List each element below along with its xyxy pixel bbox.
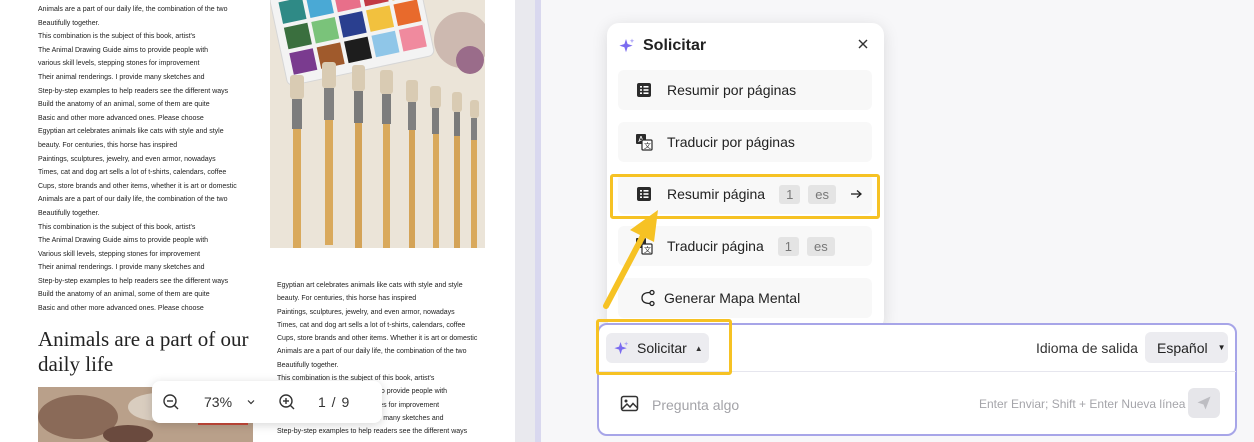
text-line: Paintings, sculptures, jewelry, and even… (277, 308, 455, 316)
text-line: Times, cat and dog art sells a lot of t-… (277, 321, 466, 329)
text-line: beauty. For centuries, this horse has in… (277, 295, 417, 303)
send-icon (1197, 396, 1211, 410)
translate-icon: A文 (636, 134, 653, 151)
solicitar-button[interactable]: Solicitar ▲ (606, 333, 709, 363)
text-line: Animals are a part of our daily life, th… (38, 6, 228, 13)
list-icon (637, 187, 651, 201)
sparkle-icon (614, 340, 629, 354)
sparkle-icon (619, 38, 635, 53)
arrow-right-icon[interactable] (849, 187, 863, 201)
language-pill[interactable]: es (807, 236, 835, 256)
option-label: Traducir por páginas (667, 134, 795, 150)
document-viewer[interactable]: Animals are a part of our daily life, th… (0, 0, 535, 442)
text-line: Beautifully together. (277, 361, 339, 369)
solicitar-label: Solicitar (637, 340, 687, 356)
keyboard-hint: Enter Enviar; Shift + Enter Nueva línea (979, 397, 1186, 411)
text-line: Step-by-step examples to help readers se… (38, 277, 229, 285)
text-line: Beautifully together. (38, 209, 100, 217)
option-label: Traducir página (667, 238, 764, 254)
text-line: Step-by-step examples to help readers se… (277, 428, 468, 436)
text-line: Times, cat and dog art sells a lot of t-… (38, 169, 227, 177)
text-line: beauty. For centuries, this horse has in… (38, 141, 178, 149)
text-line: This combination is the subject of this … (38, 33, 196, 41)
page-number-input[interactable]: 1 (777, 236, 799, 256)
option-label: Resumir por páginas (667, 82, 797, 98)
panel-divider[interactable] (535, 0, 541, 442)
page-indicator[interactable]: 1 / 9 (318, 394, 350, 410)
text-line: Their animal renderings. I provide many … (38, 73, 205, 81)
mindmap-icon (641, 289, 655, 307)
popup-header: Solicitar (619, 35, 706, 57)
text-line: Paintings, sculptures, jewelry, and even… (38, 155, 216, 163)
image-upload-icon[interactable] (620, 394, 639, 413)
text-line: Egyptian art celebrates animals like cat… (277, 282, 463, 289)
text-line: Basic and other more advanced ones. Plea… (38, 114, 204, 122)
option-label: Resumir página (667, 186, 766, 202)
solicitar-popup: Solicitar Resumir por páginas A文 Traduci… (607, 23, 884, 330)
option-generar-mapa-mental[interactable]: Generar Mapa Mental (618, 278, 872, 318)
zoom-level[interactable]: 73% (204, 394, 234, 410)
text-line: Cups, store brands and other items. Whet… (277, 335, 478, 343)
svg-text:文: 文 (644, 245, 651, 254)
close-icon[interactable] (856, 37, 870, 51)
input-separator (598, 371, 1236, 372)
send-button[interactable] (1188, 388, 1220, 418)
text-line: Step-by-step examples to help readers se… (38, 87, 229, 95)
option-resumir-por-paginas[interactable]: Resumir por páginas (618, 70, 872, 110)
text-line: Build the anatomy of an animal, some of … (38, 291, 210, 299)
zoom-toolbar: 73% 1 / 9 (152, 381, 382, 423)
text-line: Beautifully together. (38, 19, 100, 27)
text-line: The Animal Drawing Guide aims to provide… (38, 237, 209, 245)
text-line: The Animal Drawing Guide aims to provide… (38, 46, 209, 54)
caret-down-icon: ▼ (1217, 343, 1226, 352)
text-line: Various skill levels, stepping stones fo… (38, 250, 201, 258)
option-traducir-por-paginas[interactable]: A文 Traducir por páginas (618, 122, 872, 162)
output-language-select[interactable]: Español ▼ (1145, 332, 1228, 363)
text-column-left: Animals are a part of our daily life, th… (38, 3, 258, 316)
text-line: Cups, store brands and other items, whet… (38, 182, 237, 190)
document-heading: Animals are a part of our daily life (38, 327, 249, 376)
text-line: Animals are a part of our daily life, th… (38, 196, 228, 204)
output-language-label: Idioma de salida (1036, 340, 1138, 356)
option-traducir-pagina[interactable]: A文 Traducir página 1 es (618, 226, 872, 266)
popup-title: Solicitar (643, 37, 707, 54)
document-page: Animals are a part of our daily life, th… (0, 0, 515, 442)
page-number-input[interactable]: 1 (779, 184, 801, 204)
text-line: Build the anatomy of an animal, some of … (38, 101, 210, 109)
zoom-out-icon[interactable] (162, 393, 180, 411)
option-label: Generar Mapa Mental (664, 290, 801, 306)
text-line: This combination is the subject of this … (38, 223, 196, 231)
text-line: Egyptian art celebrates animals like cat… (38, 128, 224, 136)
output-language-value: Español (1157, 339, 1208, 356)
translate-icon: A文 (636, 238, 653, 255)
caret-up-icon: ▲ (694, 343, 703, 353)
text-line: Basic and other more advanced ones. Plea… (38, 305, 204, 313)
language-pill[interactable]: es (808, 184, 837, 204)
zoom-in-icon[interactable] (278, 393, 296, 411)
text-line: Animals are a part of our daily life, th… (277, 348, 467, 356)
option-resumir-pagina[interactable]: Resumir página 1 es (618, 174, 872, 214)
text-line: various skill levels, stepping stones fo… (38, 60, 200, 68)
prompt-input[interactable] (650, 390, 964, 420)
paint-brushes-photo (270, 0, 485, 248)
list-icon (637, 83, 651, 97)
chevron-down-icon[interactable] (246, 397, 256, 407)
svg-text:文: 文 (644, 141, 651, 150)
text-line: Their animal renderings. I provide many … (38, 264, 205, 272)
